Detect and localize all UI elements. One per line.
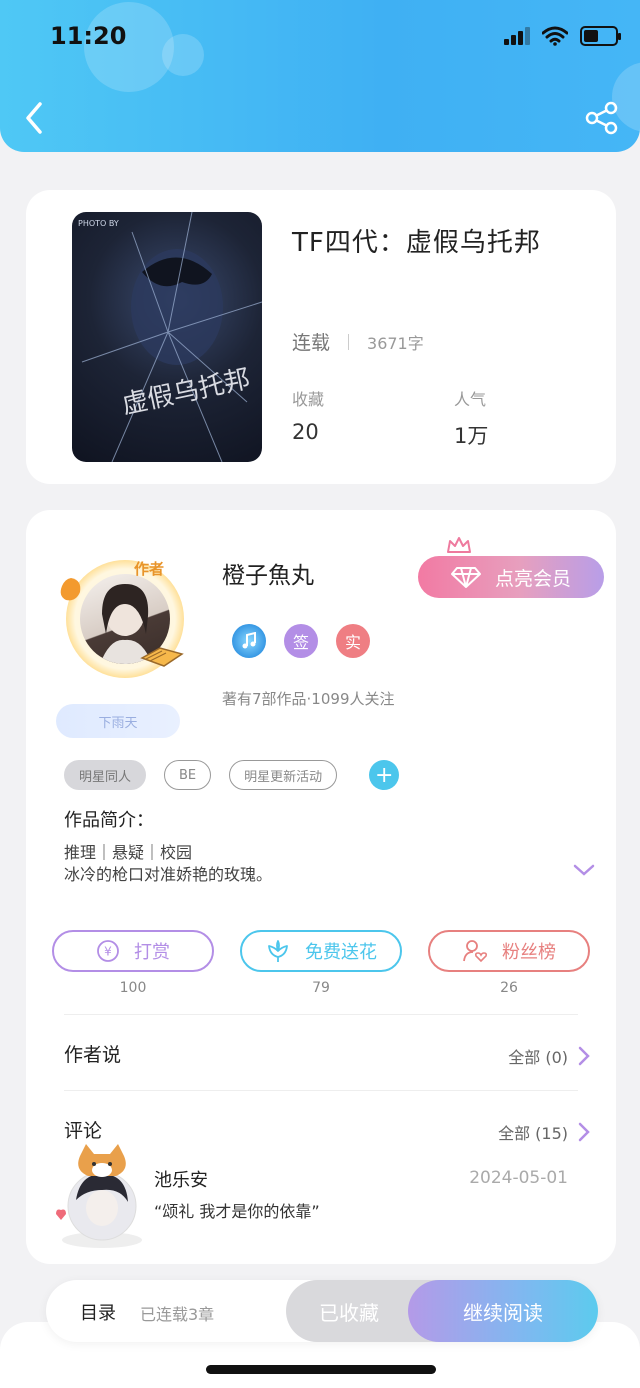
tag-list: 明星同人 BE 明星更新活动 + [64, 760, 400, 790]
back-button[interactable] [18, 98, 54, 138]
author-avatar[interactable]: 作者 下雨天 [56, 546, 196, 746]
send-flower-label: 免费送花 [305, 942, 377, 963]
svg-text:¥: ¥ [104, 945, 112, 959]
tip-label: 打赏 [134, 942, 170, 963]
fan-ranking-label: 粉丝榜 [502, 942, 556, 963]
word-count: 3671字 [367, 333, 424, 353]
tag-item[interactable]: 明星同人 [64, 760, 147, 790]
chevron-right-icon [578, 1122, 590, 1142]
cover-caption: PHOTO BY [78, 219, 119, 228]
battery-icon [580, 26, 621, 46]
author-card: 作者 下雨天 橙子魚丸 点亮会员 签 实 著有7部作品·1099人关注 明星同人… [26, 510, 616, 1264]
status-icons [504, 26, 621, 46]
decor-bubble [162, 34, 204, 76]
vip-button-label: 点亮会员 [494, 567, 571, 590]
tag-item[interactable]: 明星更新活动 [229, 760, 338, 790]
author-says-title: 作者说 [64, 1044, 122, 1066]
intro-summary: 冰冷的枪口对准娇艳的玫瑰。 [64, 865, 273, 884]
flower-icon [268, 940, 288, 962]
share-button[interactable] [584, 100, 620, 136]
vip-button[interactable]: 点亮会员 [418, 556, 604, 598]
fan-user-icon [463, 940, 488, 963]
intro-title: 作品简介： [64, 810, 154, 831]
author-stats: 著有7部作品·1099人关注 [222, 690, 395, 708]
divider [64, 1090, 578, 1091]
bottom-action-bar: 目录 已连载3章 已收藏 继续阅读 [46, 1280, 598, 1342]
comment-text: “颂礼 我才是你的依靠” [154, 1202, 320, 1221]
favorites-value: 20 [292, 420, 319, 444]
tip-count: 100 [119, 980, 147, 996]
book-info-card: PHOTO BY 虚假乌托邦 TF四代：虚假乌托邦 连载 3671字 收藏 20… [26, 190, 616, 484]
commenter-avatar[interactable] [50, 1140, 150, 1250]
real-badge-icon[interactable]: 实 [336, 624, 370, 658]
tip-button[interactable]: ¥ 打赏 [52, 930, 214, 972]
author-badges: 签 实 [232, 624, 370, 658]
intro-genres: 推理｜悬疑｜校园 [64, 843, 193, 862]
crown-icon [447, 537, 471, 553]
fan-ranking-button[interactable]: 粉丝榜 [428, 930, 590, 972]
home-indicator [206, 1365, 436, 1374]
author-says-all-label: 全部 (0) [508, 1048, 568, 1067]
popularity-label: 人气 [454, 390, 487, 409]
toc-button[interactable]: 目录 [80, 1299, 116, 1325]
wifi-icon [542, 26, 568, 46]
sign-badge-icon[interactable]: 签 [284, 624, 318, 658]
diamond-icon [450, 567, 481, 588]
comments-title: 评论 [64, 1120, 103, 1142]
flower-count: 79 [312, 980, 330, 996]
author-says-all-link[interactable]: 全部 (0) [508, 1044, 590, 1068]
cellular-signal-icon [504, 27, 530, 45]
meta-divider [348, 333, 350, 350]
favorited-label: 已收藏 [319, 1300, 379, 1325]
divider [64, 1014, 578, 1015]
chapter-count: 已连载3章 [140, 1305, 215, 1324]
fan-count: 26 [500, 980, 518, 996]
music-medal-icon[interactable] [232, 624, 266, 658]
orange-decor-icon [60, 578, 81, 601]
favorites-stat: 收藏 20 [292, 386, 324, 444]
book-title: TF四代：虚假乌托邦 [292, 228, 541, 258]
book-meta: 连载 3671字 [292, 328, 424, 355]
commenter-name: 池乐安 [154, 1170, 208, 1191]
book-status: 连载 [292, 332, 331, 354]
status-time: 11:20 [50, 22, 127, 50]
comments-all-label: 全部 (15) [498, 1124, 568, 1143]
add-tag-button[interactable]: + [369, 760, 400, 790]
avatar-frame-badge: 下雨天 [56, 704, 180, 738]
comments-all-link[interactable]: 全部 (15) [498, 1120, 590, 1144]
cover-art: PHOTO BY 虚假乌托邦 [78, 212, 262, 462]
author-name: 橙子魚丸 [222, 563, 314, 589]
popularity-stat: 人气 1万 [454, 386, 488, 450]
author-tag: 作者 [134, 560, 165, 578]
favorites-label: 收藏 [292, 390, 325, 409]
top-header: 11:20 [0, 0, 640, 152]
book-cover-image[interactable]: PHOTO BY 虚假乌托邦 [72, 212, 262, 462]
yen-icon: ¥ [97, 940, 119, 962]
chevron-down-icon[interactable] [572, 862, 596, 878]
intro-text: 推理｜悬疑｜校园 冰冷的枪口对准娇艳的玫瑰。 [64, 842, 272, 886]
tag-item[interactable]: BE [164, 760, 212, 790]
send-flower-button[interactable]: 免费送花 [240, 930, 402, 972]
chevron-right-icon [578, 1046, 590, 1066]
continue-reading-button[interactable]: 继续阅读 [408, 1280, 598, 1342]
cover-art-title: 虚假乌托邦 [119, 364, 252, 420]
comment-date: 2024-05-01 [469, 1168, 568, 1188]
book-decor-icon [140, 647, 184, 667]
popularity-value: 1万 [454, 424, 489, 448]
